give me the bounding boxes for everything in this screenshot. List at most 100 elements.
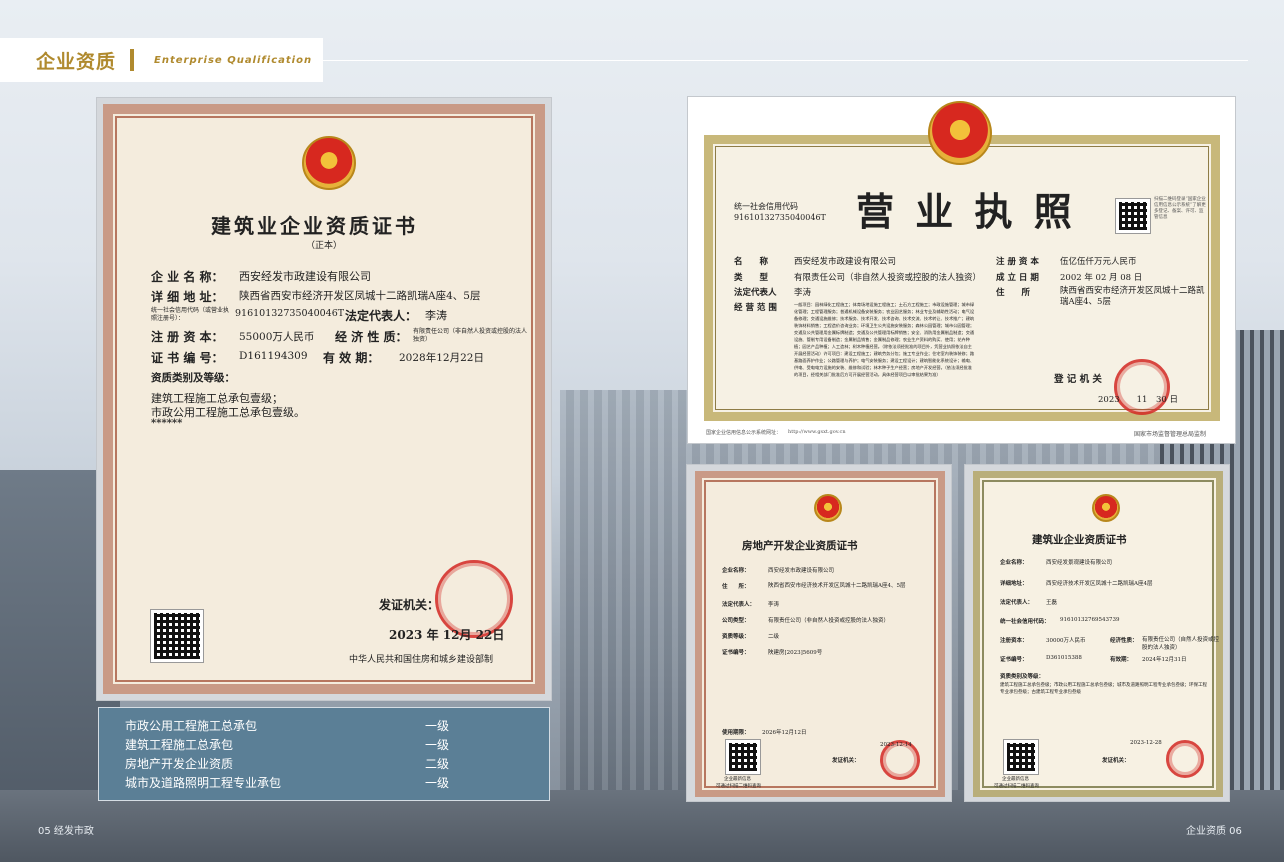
license-scope-label: 经 营 范 围 — [734, 303, 777, 313]
c2-rep-label: 法定代表人： — [1000, 600, 1034, 606]
license-footer-url: http://www.gsxt.gov.cn — [788, 429, 846, 435]
capital-value: 55000万人民币 — [239, 331, 315, 343]
list-item: 建筑工程施工总承包 一级 — [125, 735, 549, 754]
re-nature-value: 有限责任公司（非自然人投资或控股的法人独资） — [768, 618, 890, 624]
section-subtitle: Enterprise Qualification — [154, 54, 313, 66]
c2-category-label: 资质类别及等级： — [1000, 674, 1045, 680]
footer-left-page: 05 经发市政 — [38, 826, 94, 837]
economic-nature-value: 有限责任公司（非自然人投资或控股的法人独资） — [413, 328, 528, 343]
c2-company-value: 西安经发景观建设有限公司 — [1046, 560, 1113, 566]
section-title: 企业资质 — [36, 50, 117, 73]
re-number-label: 证书编号： — [722, 650, 750, 656]
c2-issue-date: 2023-12-28 — [1130, 740, 1162, 746]
license-date-value: 2002 年 02 月 08 日 — [1060, 273, 1143, 283]
qualification-level: 一级 — [425, 776, 450, 790]
real-estate-certificate: 房地产开发企业资质证书 企业名称： 西安经发市政建设有限公司 住 所： 陕西省西… — [695, 471, 945, 797]
re-grade-value: 二级 — [768, 634, 780, 640]
issuer-label: 发证机关： — [379, 598, 440, 612]
license-address-label: 住 所 — [996, 288, 1031, 298]
qr-code-icon — [725, 739, 761, 775]
list-item: 房地产开发企业资质 二级 — [125, 754, 549, 773]
c2-nature-value: 有限责任公司（自然人投资或控股的法人独资） — [1142, 637, 1220, 651]
license-title: 营 业 执 照 — [856, 190, 1076, 234]
re-issuer-label: 发证机关： — [832, 758, 860, 764]
c2-number-value: D361015388 — [1046, 655, 1082, 661]
c2-qr-caption: 企业最新信息 — [1002, 777, 1029, 782]
c2-address-value: 西安经济技术开发区凤城十二路凯瑞A座4层 — [1046, 581, 1153, 587]
qr-code-icon — [1003, 739, 1039, 775]
header-divider — [130, 49, 135, 71]
qualification-level: 一级 — [425, 738, 450, 752]
re-issue-date: 2023-12-14 — [880, 742, 912, 748]
license-credit-value: 91610132735040046T — [734, 213, 826, 222]
qualification-level: 一级 — [425, 719, 450, 733]
national-emblem-icon — [928, 101, 992, 165]
re-number-value: 陕建房[2023]5609号 — [768, 650, 823, 656]
c2-address-label: 详细地址： — [1000, 581, 1028, 587]
ministry-name: 中华人民共和国住房和城乡建设部制 — [349, 655, 494, 665]
c2-capital-label: 注册资本： — [1000, 638, 1028, 644]
legal-rep-label: 法定代表人： — [345, 309, 418, 323]
company-value: 西安经发市政建设有限公司 — [239, 270, 371, 283]
header-rule — [323, 60, 1248, 61]
re-title: 房地产开发企业资质证书 — [742, 540, 858, 552]
real-estate-certificate-frame: 房地产开发企业资质证书 企业名称： 西安经发市政建设有限公司 住 所： 陕西省西… — [686, 464, 952, 802]
credit-code-label: 统一社会信用代码（或营业执照注册号）： — [151, 307, 230, 322]
c2-title: 建筑业企业资质证书 — [1032, 534, 1127, 546]
footer-right-page: 企业资质 06 — [1186, 826, 1242, 837]
license-name-label: 名 称 — [734, 257, 769, 267]
license-credit-label: 统一社会信用代码 — [734, 202, 798, 211]
qr-code-icon — [1115, 198, 1151, 234]
c2-company-label: 企业名称： — [1000, 560, 1028, 566]
license-qr-note: 扫描二维码登录“国家企业信用信息公示系统”了解更多登记、备案、许可、监管信息 — [1154, 197, 1206, 220]
qualification-name: 城市及道路照明工程专业承包 — [125, 776, 282, 790]
c2-rep-value: 王磊 — [1046, 600, 1058, 606]
re-address-value: 陕西省西安市经济技术开发区凤城十二路凯瑞A座4、5层 — [768, 583, 906, 589]
c2-valid-label: 有效期： — [1110, 657, 1133, 663]
certificate-copy-type: （正本） — [306, 241, 343, 251]
license-scope-value: 一般项目：园林绿化工程施工；体育场地设施工程施工；土石方工程施工；市政设施管理；… — [794, 302, 975, 377]
national-emblem-icon — [814, 494, 842, 522]
credit-code-value: 91610132735040046T — [235, 308, 345, 319]
c2-capital-value: 30000万人民币 — [1046, 638, 1086, 644]
re-company-value: 西安经发市政建设有限公司 — [768, 568, 835, 574]
license-rep-value: 李涛 — [794, 288, 812, 298]
capital-label: 注 册 资 本： — [151, 330, 224, 344]
license-capital-value: 伍亿伍仟万元人民币 — [1060, 257, 1137, 267]
re-qr-caption: 可通过扫描二维码查询 — [716, 784, 761, 789]
c2-number-label: 证书编号： — [1000, 657, 1028, 663]
national-emblem-icon — [302, 136, 356, 190]
construction-certificate-2-frame: 建筑业企业资质证书 企业名称： 西安经发景观建设有限公司 详细地址： 西安经济技… — [964, 464, 1230, 802]
address-label: 详 细 地 址： — [151, 290, 224, 304]
license-type-value: 有限责任公司（非自然人投资或控股的法人独资） — [794, 273, 982, 283]
economic-nature-label: 经 济 性 质： — [335, 330, 408, 344]
c2-credit-label: 统一社会信用代码： — [1000, 619, 1050, 625]
c2-qr-caption: 可通过扫描二维码查询 — [994, 784, 1039, 789]
legal-rep-value: 李涛 — [425, 309, 447, 322]
cert-number-value: D161194309 — [239, 350, 308, 362]
qualification-list: 市政公用工程施工总承包 一级 建筑工程施工总承包 一级 房地产开发企业资质 二级… — [98, 707, 550, 801]
main-certificate-frame: 建筑业企业资质证书 （正本） 企 业 名 称： 西安经发市政建设有限公司 详 细… — [96, 97, 552, 701]
address-value: 陕西省西安市经济开发区凤城十二路凯瑞A座4、5层 — [239, 290, 481, 302]
license-registrar-label: 登 记 机 关 — [1054, 374, 1102, 385]
license-footer-right: 国家市场监督管理总局监制 — [1134, 431, 1207, 438]
certificate-title: 建筑业企业资质证书 — [211, 214, 418, 238]
category-label: 资质类别及等级： — [151, 372, 235, 384]
list-item: 城市及道路照明工程专业承包 一级 — [125, 773, 549, 792]
qualification-name: 房地产开发企业资质 — [125, 757, 234, 771]
c2-valid-value: 2024年12月31日 — [1142, 657, 1187, 663]
qualification-name: 建筑工程施工总承包 — [125, 738, 234, 752]
national-emblem-icon — [1092, 494, 1120, 522]
official-seal-icon — [1166, 740, 1204, 778]
c2-category-value: 建筑工程施工总承包叁级；市政公用工程施工总承包叁级；城市及道路照明工程专业承包叁… — [1000, 683, 1207, 695]
main-certificate: 建筑业企业资质证书 （正本） 企 业 名 称： 西安经发市政建设有限公司 详 细… — [103, 104, 545, 694]
re-valid-label: 使用期限： — [722, 730, 750, 736]
c2-nature-label: 经济性质： — [1110, 638, 1138, 644]
license-footer-left: 国家企业信用信息公示系统网址： — [706, 430, 782, 436]
re-nature-label: 公司类型： — [722, 618, 750, 624]
company-label: 企 业 名 称： — [151, 270, 224, 284]
issue-date: 2023 年 12月 22日 — [389, 628, 505, 642]
list-item: 市政公用工程施工总承包 一级 — [125, 716, 549, 735]
license-address-value: 陕西省西安市经济开发区凤城十二路凯瑞A座4、5层 — [1060, 286, 1205, 307]
license-name-value: 西安经发市政建设有限公司 — [794, 257, 897, 267]
